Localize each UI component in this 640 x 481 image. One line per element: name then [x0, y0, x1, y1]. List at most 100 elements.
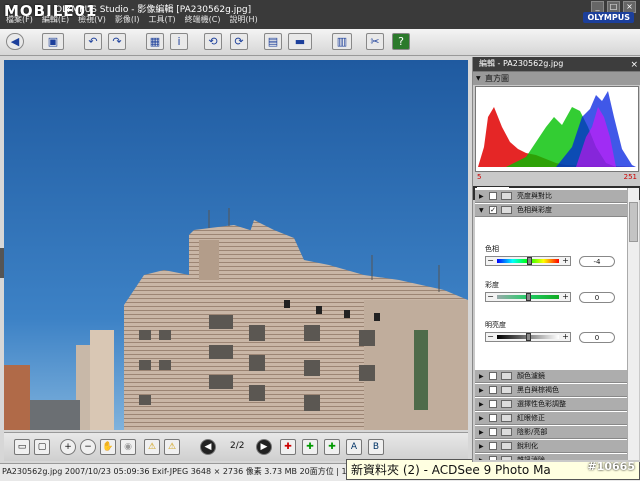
- info-icon[interactable]: i: [170, 33, 188, 50]
- batch-icon[interactable]: ▥: [332, 33, 352, 50]
- rotate-right-icon[interactable]: ⟳: [230, 33, 248, 50]
- screen-icon[interactable]: ▬: [288, 33, 312, 50]
- hue-value[interactable]: -4: [579, 256, 615, 267]
- lightness-track: [497, 333, 559, 341]
- slider-knob[interactable]: [526, 293, 531, 301]
- hand-icon[interactable]: ✋: [100, 439, 116, 455]
- menu-edit[interactable]: 編輯(E): [42, 14, 69, 25]
- viewer-toolbar: ▭ ▢ + − ✋ ◉ ⚠ ⚠ ◀ 2/2 ▶ ✚ ✚ ✚ A B: [4, 432, 468, 461]
- list-item[interactable]: ▶ 選擇性色彩調整: [475, 398, 627, 411]
- checkbox[interactable]: ✓: [489, 206, 497, 214]
- menu-tools[interactable]: 工具(T): [148, 14, 175, 25]
- panel-title: 編輯 - PA230562g.jpg: [479, 59, 564, 68]
- close-icon[interactable]: ×: [630, 58, 638, 72]
- menu-image[interactable]: 影像(I): [115, 14, 140, 25]
- menu-view[interactable]: 檢視(V): [78, 14, 106, 25]
- param-label: 明亮度: [485, 321, 506, 329]
- list-item[interactable]: ▶ 雜訊消除: [475, 454, 627, 460]
- grid-icon[interactable]: ▦: [146, 33, 164, 50]
- lightness-slider[interactable]: − +: [485, 332, 571, 342]
- list-item-label: 雜訊消除: [517, 456, 545, 460]
- expand-icon[interactable]: ▶: [479, 454, 484, 460]
- hue-slider[interactable]: − +: [485, 256, 571, 266]
- edit-panel: 編輯 - PA230562g.jpg × 直方圖 5 251 編輯 ▶ 亮度與對…: [472, 57, 640, 462]
- collapse-icon[interactable]: ▼: [479, 204, 484, 217]
- list-item[interactable]: ▶ 陰影/亮部: [475, 426, 627, 439]
- expand-icon[interactable]: ▶: [479, 370, 484, 383]
- checkbox[interactable]: [489, 372, 497, 380]
- rotate-left-icon[interactable]: ⟲: [204, 33, 222, 50]
- expand-icon[interactable]: ▶: [479, 190, 484, 203]
- redo-icon[interactable]: ↷: [108, 33, 126, 50]
- list-item[interactable]: ▶ 紅眼修正: [475, 412, 627, 425]
- tools-icon[interactable]: ✂: [366, 33, 384, 50]
- checkbox[interactable]: [489, 400, 497, 408]
- compare-icon[interactable]: ▤: [264, 33, 282, 50]
- plus-icon[interactable]: +: [561, 293, 570, 301]
- minus-icon[interactable]: −: [486, 257, 495, 265]
- a-icon[interactable]: A: [346, 439, 362, 455]
- back-icon[interactable]: ◀: [6, 33, 24, 50]
- taskbar-text: 新資料夾 (2) - ACDSee 9 Photo Ma: [351, 463, 551, 477]
- slider-knob[interactable]: [526, 333, 531, 341]
- list-item[interactable]: ▶ 黑白與棕褐色: [475, 384, 627, 397]
- list-item[interactable]: ▼ ✓ 色相與彩度: [475, 204, 627, 217]
- expand-icon[interactable]: ▶: [479, 440, 484, 453]
- effect-icon: [501, 428, 512, 436]
- slider-knob[interactable]: [527, 257, 533, 265]
- add2-icon[interactable]: ✚: [302, 439, 318, 455]
- expand-icon[interactable]: ▶: [479, 426, 484, 439]
- status-text: PA230562g.jpg 2007/10/23 05:09:36 Exif-J…: [2, 467, 362, 476]
- next-icon[interactable]: ▶: [256, 439, 272, 455]
- param-label: 色相: [485, 245, 499, 253]
- minus-icon[interactable]: −: [486, 333, 495, 341]
- effect-icon: [501, 372, 512, 380]
- effect-icon: [501, 386, 512, 394]
- scrollbar-thumb[interactable]: [629, 202, 638, 242]
- warning2-icon[interactable]: ⚠: [164, 439, 180, 455]
- panel-scrollbar[interactable]: [627, 188, 639, 460]
- list-item[interactable]: ▶ 顏色濾鏡: [475, 370, 627, 383]
- eye-icon[interactable]: ◉: [120, 439, 136, 455]
- checkbox[interactable]: [489, 192, 497, 200]
- actual-size-icon[interactable]: ▢: [34, 439, 50, 455]
- building-photo: [4, 60, 468, 430]
- plus-icon[interactable]: +: [561, 333, 570, 341]
- b-icon[interactable]: B: [368, 439, 384, 455]
- checkbox[interactable]: [489, 442, 497, 450]
- add3-icon[interactable]: ✚: [324, 439, 340, 455]
- menu-file[interactable]: 檔案(F): [6, 14, 33, 25]
- expand-icon[interactable]: ▶: [479, 398, 484, 411]
- lightness-value[interactable]: 0: [579, 332, 615, 343]
- zoom-in-icon[interactable]: +: [60, 439, 76, 455]
- checkbox[interactable]: [489, 428, 497, 436]
- histogram-header[interactable]: 直方圖: [473, 71, 640, 85]
- help-icon[interactable]: ?: [392, 33, 410, 50]
- list-item-label: 銳利化: [517, 442, 538, 450]
- expand-icon[interactable]: ▶: [479, 384, 484, 397]
- expand-icon[interactable]: ▶: [479, 412, 484, 425]
- list-item[interactable]: ▶ 銳利化: [475, 440, 627, 453]
- saturation-value[interactable]: 0: [579, 292, 615, 303]
- menu-help[interactable]: 說明(H): [229, 14, 257, 25]
- add-icon[interactable]: ✚: [280, 439, 296, 455]
- menu-device[interactable]: 終端機(C): [185, 14, 221, 25]
- menu-bar: 檔案(F) 編輯(E) 檢視(V) 影像(I) 工具(T) 終端機(C) 說明(…: [0, 14, 258, 25]
- saturation-slider[interactable]: − +: [485, 292, 571, 302]
- main-toolbar: ◀ ▣ ↶ ↷ ▦ i ⟲ ⟳ ▤ ▬ ▥ ✂ ?: [0, 29, 640, 56]
- panel-header: 編輯 - PA230562g.jpg ×: [473, 57, 640, 71]
- minus-icon[interactable]: −: [486, 293, 495, 301]
- undo-icon[interactable]: ↶: [84, 33, 102, 50]
- prev-icon[interactable]: ◀: [200, 439, 216, 455]
- histogram-range: 5 251: [473, 173, 640, 182]
- checkbox[interactable]: [489, 456, 497, 460]
- plus-icon[interactable]: +: [561, 257, 570, 265]
- zoom-out-icon[interactable]: −: [80, 439, 96, 455]
- checkbox[interactable]: [489, 414, 497, 422]
- histogram: [475, 86, 639, 172]
- save-icon[interactable]: ▣: [42, 33, 64, 50]
- list-item[interactable]: ▶ 亮度與對比: [475, 190, 627, 203]
- checkbox[interactable]: [489, 386, 497, 394]
- fit-icon[interactable]: ▭: [14, 439, 30, 455]
- warning-icon[interactable]: ⚠: [144, 439, 160, 455]
